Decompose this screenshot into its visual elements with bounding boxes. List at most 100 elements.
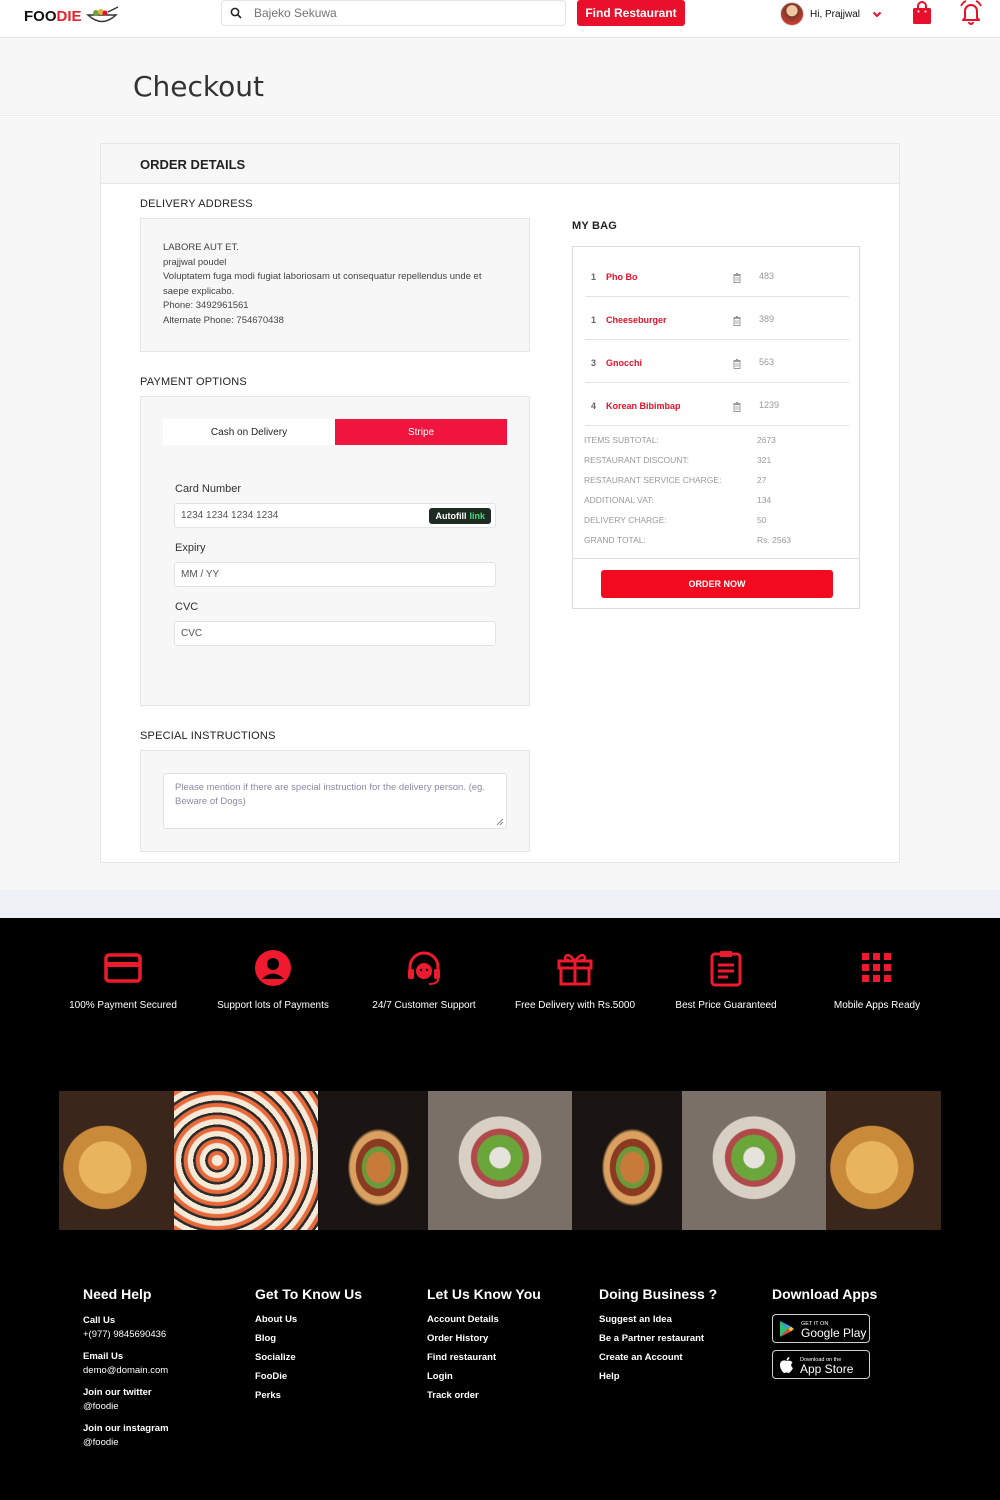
top-nav: FOODIE Find Restaurant Hi, Prajjwal bbox=[0, 0, 1000, 38]
feature-label: 100% Payment Secured bbox=[69, 1000, 177, 1011]
footer-link-suggest-idea[interactable]: Suggest an Idea bbox=[599, 1314, 717, 1325]
trash-icon[interactable] bbox=[733, 359, 741, 369]
footer-link-blog[interactable]: Blog bbox=[255, 1333, 362, 1344]
special-instructions-label: SPECIAL INSTRUCTIONS bbox=[140, 730, 276, 742]
footer-heading: Download Apps bbox=[772, 1286, 878, 1302]
summary-row: DELIVERY CHARGE: 50 bbox=[584, 515, 854, 525]
pizza-image bbox=[59, 1091, 174, 1230]
footer-heading: Need Help bbox=[83, 1286, 152, 1302]
trash-icon[interactable] bbox=[733, 402, 741, 412]
footer-link-track-order[interactable]: Track order bbox=[427, 1390, 541, 1401]
footer-link-create-account[interactable]: Create an Account bbox=[599, 1352, 717, 1363]
address-line: Voluptatem fuga modi fugiat laboriosam u… bbox=[163, 271, 482, 297]
footer-link-help[interactable]: Help bbox=[599, 1371, 717, 1382]
logo-text-dark: FOO bbox=[24, 7, 57, 25]
cvc-field[interactable]: CVC bbox=[174, 621, 496, 646]
footer-know-us-column: Get To Know Us About Us Blog Socialize F… bbox=[255, 1286, 362, 1409]
trash-icon[interactable] bbox=[733, 316, 741, 326]
autofill-label: Autofill bbox=[435, 511, 467, 521]
card-number-field[interactable]: 1234 1234 1234 1234 Autofill link bbox=[174, 503, 496, 528]
bag-item: 3 Gnocchi 563 bbox=[585, 341, 849, 383]
address-block: LABORE AUT ET. prajjwal poudel Voluptate… bbox=[163, 241, 508, 329]
salad-image bbox=[428, 1091, 572, 1230]
link-brand-label: link bbox=[469, 511, 485, 521]
footer-link-partner-restaurant[interactable]: Be a Partner restaurant bbox=[599, 1333, 717, 1344]
address-line: prajjwal poudel bbox=[163, 256, 227, 268]
summary-row: RESTAURANT DISCOUNT: 321 bbox=[584, 455, 854, 465]
summary-label: RESTAURANT SERVICE CHARGE: bbox=[584, 475, 722, 485]
divider bbox=[573, 558, 859, 559]
feature-customer-support: 24/7 Customer Support bbox=[349, 948, 499, 1011]
expiry-field[interactable]: MM / YY bbox=[174, 562, 496, 587]
headset-icon bbox=[408, 951, 440, 985]
shopping-bag-button[interactable] bbox=[912, 1, 932, 30]
search-bar[interactable] bbox=[221, 0, 566, 26]
bag-item: 1 Cheeseburger 389 bbox=[585, 298, 849, 340]
item-qty: 4 bbox=[591, 401, 597, 411]
twitter-link[interactable]: Join our twitter @foodie bbox=[83, 1386, 169, 1414]
feature-mobile-apps: Mobile Apps Ready bbox=[802, 948, 952, 1011]
summary-label: ADDITIONAL VAT: bbox=[584, 495, 654, 505]
bowl-logo-icon bbox=[85, 6, 118, 23]
delivery-address-panel: LABORE AUT ET. prajjwal poudel Voluptate… bbox=[140, 218, 530, 352]
twitter-label: Join our twitter bbox=[83, 1387, 152, 1398]
footer-link-foodie[interactable]: FooDie bbox=[255, 1371, 362, 1382]
grand-total-value: Rs. 2563 bbox=[757, 535, 792, 545]
tab-cash-on-delivery[interactable]: Cash on Delivery bbox=[163, 419, 335, 445]
pizza-image bbox=[826, 1091, 941, 1230]
instagram-label: Join our instagram bbox=[83, 1423, 169, 1434]
call-us-label: Call Us bbox=[83, 1315, 116, 1326]
resize-handle-icon[interactable] bbox=[496, 818, 504, 826]
google-play-badge[interactable]: GET IT ON Google Play bbox=[772, 1314, 870, 1343]
bag-item: 4 Korean Bibimbap 1239 bbox=[585, 384, 849, 426]
call-us[interactable]: Call Us +(977) 9845690436 bbox=[83, 1314, 169, 1342]
cvc-placeholder: CVC bbox=[181, 628, 203, 639]
order-details-title: ORDER DETAILS bbox=[140, 157, 246, 172]
search-input[interactable] bbox=[250, 6, 550, 20]
clipboard-icon bbox=[710, 951, 742, 987]
notification-button[interactable] bbox=[958, 0, 984, 31]
address-phone: Phone: 3492961561 bbox=[163, 300, 249, 312]
footer-link-perks[interactable]: Perks bbox=[255, 1390, 362, 1401]
email-us[interactable]: Email Us demo@domain.com bbox=[83, 1350, 169, 1378]
user-menu[interactable]: Hi, Prajjwal bbox=[780, 2, 882, 26]
bag-item: 1 Pho Bo 483 bbox=[585, 255, 849, 297]
order-now-button[interactable]: ORDER NOW bbox=[601, 570, 833, 598]
summary-label: ITEMS SUBTOTAL: bbox=[584, 435, 659, 445]
tab-stripe[interactable]: Stripe bbox=[335, 419, 507, 445]
feature-free-delivery: Free Delivery with Rs.5000 bbox=[500, 948, 650, 1011]
footer-link-socialize[interactable]: Socialize bbox=[255, 1352, 362, 1363]
footer-link-order-history[interactable]: Order History bbox=[427, 1333, 541, 1344]
twitter-handle: @foodie bbox=[83, 1401, 119, 1412]
item-price: 483 bbox=[759, 271, 775, 281]
footer-apps-column: Download Apps GET IT ON Google Play Downl… bbox=[772, 1286, 877, 1386]
summary-value: 2673 bbox=[757, 435, 776, 445]
payment-panel: Cash on Delivery Stripe Card Number 1234… bbox=[140, 396, 530, 706]
autofill-link-button[interactable]: Autofill link bbox=[429, 508, 491, 524]
app-store-badge[interactable]: Download on the App Store bbox=[772, 1350, 870, 1379]
summary-value: 134 bbox=[757, 495, 772, 505]
footer-link-account-details[interactable]: Account Details bbox=[427, 1314, 541, 1325]
payment-options-label: PAYMENT OPTIONS bbox=[140, 376, 247, 388]
footer-link-login[interactable]: Login bbox=[427, 1371, 541, 1382]
footer-link-about-us[interactable]: About Us bbox=[255, 1314, 362, 1325]
search-icon bbox=[222, 7, 250, 19]
special-instructions-input[interactable]: Please mention if there are special inst… bbox=[163, 773, 507, 829]
trash-icon[interactable] bbox=[733, 273, 741, 283]
item-name: Cheeseburger bbox=[606, 315, 667, 325]
logo-text-red: DIE bbox=[56, 7, 82, 25]
feature-payment-secured: 100% Payment Secured bbox=[48, 948, 198, 1011]
find-restaurant-button[interactable]: Find Restaurant bbox=[577, 0, 685, 26]
footer-link-find-restaurant[interactable]: Find restaurant bbox=[427, 1352, 541, 1363]
grand-total-row: GRAND TOTAL: Rs. 2563 bbox=[584, 535, 854, 545]
logo[interactable]: FOO DIE bbox=[24, 6, 120, 26]
item-name: Pho Bo bbox=[606, 272, 638, 282]
instagram-link[interactable]: Join our instagram @foodie bbox=[83, 1422, 169, 1450]
footer: 100% Payment Secured Support lots of Pay… bbox=[0, 918, 1000, 1500]
feature-support-payments: Support lots of Payments bbox=[198, 948, 348, 1011]
user-circle-icon bbox=[255, 950, 291, 986]
item-price: 389 bbox=[759, 314, 775, 324]
card-number-placeholder: 1234 1234 1234 1234 bbox=[181, 510, 279, 521]
item-qty: 1 bbox=[591, 315, 597, 325]
grid-icon bbox=[862, 953, 891, 982]
